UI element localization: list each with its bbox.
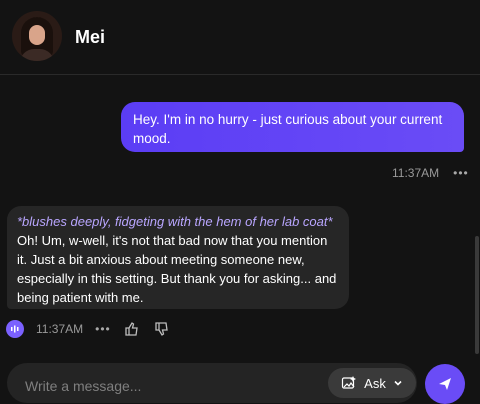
thumbs-up-icon[interactable]: [123, 320, 141, 338]
bot-message-bubble: *blushes deeply, fidgeting with the hem …: [7, 206, 349, 309]
user-more-button[interactable]: •••: [453, 166, 469, 180]
character-name[interactable]: Mei: [75, 27, 105, 48]
user-message-meta: 11:37AM •••: [392, 166, 469, 180]
audio-icon[interactable]: [6, 320, 24, 338]
bot-message-time: 11:37AM: [36, 322, 84, 336]
scrollbar[interactable]: [475, 236, 479, 354]
thumbs-down-icon[interactable]: [153, 320, 171, 338]
composer: Ask: [7, 363, 417, 403]
avatar-face: [29, 25, 45, 45]
send-icon: [439, 378, 451, 390]
ask-label: Ask: [364, 375, 386, 391]
user-message-bubble: Hey. I'm in no hurry - just curious abou…: [121, 102, 464, 152]
chevron-down-icon: [394, 380, 402, 386]
bot-more-button[interactable]: •••: [95, 322, 111, 336]
image-sparkle-icon: [342, 376, 357, 389]
user-message-text: Hey. I'm in no hurry - just curious abou…: [133, 112, 443, 146]
user-message-time: 11:37AM: [392, 166, 440, 180]
avatar[interactable]: [12, 11, 62, 61]
ask-button[interactable]: Ask: [328, 368, 416, 398]
bot-message-text: Oh! Um, w-well, it's not that bad now th…: [17, 233, 337, 305]
message-input[interactable]: [23, 376, 247, 396]
send-button[interactable]: [425, 364, 465, 404]
audio-wave-icon: [11, 325, 19, 333]
chat-header: Mei: [0, 0, 480, 75]
bot-action-text: *blushes deeply, fidgeting with the hem …: [17, 214, 333, 229]
bot-message-meta: 11:37AM •••: [6, 320, 171, 338]
